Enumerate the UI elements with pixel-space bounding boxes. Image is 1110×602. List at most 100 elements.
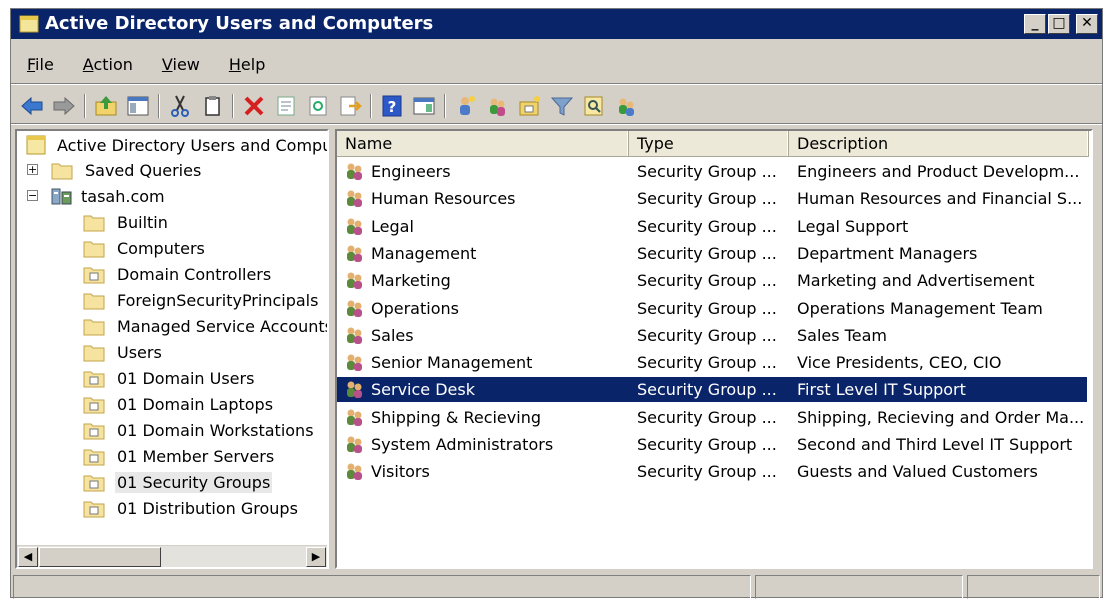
maximize-button[interactable]: □ [1048, 14, 1070, 34]
copy-icon[interactable] [199, 93, 225, 119]
security-group-icon [347, 354, 362, 372]
scroll-left-icon[interactable]: ◀ [18, 547, 38, 567]
delete-icon[interactable] [241, 93, 267, 119]
close-button[interactable]: ✕ [1076, 14, 1098, 34]
security-group-icon [347, 463, 362, 481]
column-header-type[interactable]: Type [629, 131, 789, 157]
properties-icon[interactable] [273, 93, 299, 119]
list-item[interactable]: Engineers Security Group ... Engineers and… [337, 159, 1087, 184]
list-item[interactable]: Senior Management Security Group ... Vice … [337, 350, 1087, 375]
tree-node-managed-service-accounts[interactable]: Managed Service Accounts [83, 314, 327, 338]
menu-view[interactable]: View [146, 53, 213, 79]
list-item[interactable]: Legal Security Group ... Legal Support [337, 214, 1087, 239]
list-header: Name Type Description [337, 131, 1091, 157]
toolbar-separator [370, 94, 372, 118]
tree-node-saved-queries[interactable]: Saved Queries [51, 158, 203, 182]
list-item[interactable]: Service Desk Security Group ... First Leve… [337, 377, 1087, 403]
show-console-tree-icon[interactable] [125, 93, 151, 119]
security-group-icon [347, 190, 362, 208]
tree-node-computers[interactable]: Computers [83, 236, 207, 260]
tree-node-member-servers[interactable]: 01 Member Servers [83, 444, 276, 468]
group-name: Operations [371, 298, 459, 318]
scroll-right-icon[interactable]: ▶ [306, 547, 326, 567]
toolbar-separator [158, 94, 160, 118]
menu-bar: File Action View Help [11, 53, 278, 79]
security-group-icon [347, 381, 362, 399]
folder-icon [83, 345, 105, 362]
toolbar-separator [84, 94, 86, 118]
new-group-icon[interactable] [485, 93, 511, 119]
up-folder-icon[interactable] [93, 93, 119, 119]
folder-icon [51, 163, 73, 180]
list-item[interactable]: System Administrators Security Group ... S… [337, 432, 1087, 457]
tree-node-distribution-groups[interactable]: 01 Distribution Groups [83, 496, 300, 520]
collapse-icon[interactable]: − [27, 190, 38, 201]
list-item[interactable]: Sales Security Group ... Sales Team [337, 323, 1087, 348]
status-pane-main [13, 575, 751, 599]
toolbar-separator [232, 94, 234, 118]
tree-node-users[interactable]: Users [83, 340, 164, 364]
tree-node-domain-laptops[interactable]: 01 Domain Laptops [83, 392, 275, 416]
domain-icon [51, 188, 72, 205]
toolbar-separator-line [11, 123, 1102, 125]
tree-horizontal-scrollbar[interactable]: ◀ ▶ [17, 545, 327, 567]
add-to-group-icon[interactable] [613, 93, 639, 119]
folder-icon [83, 241, 105, 258]
tree-node-builtin[interactable]: Builtin [83, 210, 170, 234]
menu-separator [11, 83, 1102, 85]
refresh-icon[interactable] [305, 93, 331, 119]
group-type: Security Group ... [637, 189, 777, 209]
list-item[interactable]: Operations Security Group ... Operations M… [337, 296, 1087, 321]
minimize-button[interactable]: _ [1024, 14, 1046, 34]
column-header-description[interactable]: Description [789, 131, 1089, 157]
list-item[interactable]: Marketing Security Group ... Marketing and… [337, 268, 1087, 293]
back-icon[interactable] [19, 93, 45, 119]
find-icon[interactable] [581, 93, 607, 119]
group-description: First Level IT Support [797, 380, 966, 400]
tree-node-domain[interactable]: tasah.com [51, 184, 167, 208]
toolbar-separator [444, 94, 446, 118]
cut-icon[interactable] [167, 93, 193, 119]
group-type: Security Group ... [637, 298, 777, 318]
list-item[interactable]: Shipping & Recieving Security Group ... Sh… [337, 405, 1087, 430]
list-item[interactable]: Visitors Security Group ... Guests and Val… [337, 459, 1087, 484]
group-type: Security Group ... [637, 462, 777, 482]
tree-node-foreign-security-principals[interactable]: ForeignSecurityPrincipals [83, 288, 320, 312]
tree-node-domain-users[interactable]: 01 Domain Users [83, 366, 256, 390]
group-description: Engineers and Product Developm... [797, 162, 1080, 181]
security-group-icon [347, 163, 362, 180]
title-bar: Active Directory Users and Computers _ □… [11, 9, 1102, 39]
group-type: Security Group ... [637, 435, 777, 454]
help-icon[interactable]: ? [379, 93, 405, 119]
column-header-name[interactable]: Name [337, 131, 629, 157]
list-item[interactable]: Human Resources Security Group ... Human R… [337, 186, 1087, 211]
tree-node-domain-controllers[interactable]: Domain Controllers [83, 262, 273, 286]
tree-node-security-groups[interactable]: 01 Security Groups [83, 470, 273, 494]
tree-label: 01 Domain Laptops [117, 394, 274, 414]
status-pane-right [967, 575, 1100, 599]
group-type: Security Group ... [637, 271, 777, 291]
expand-icon[interactable]: + [27, 164, 38, 175]
action-pane-icon[interactable] [411, 93, 437, 119]
menu-action[interactable]: Action [67, 53, 146, 79]
group-type: Security Group ... [637, 216, 777, 236]
new-ou-icon[interactable] [517, 93, 543, 119]
scroll-thumb[interactable] [39, 547, 161, 567]
security-group-icon [347, 327, 362, 344]
menu-help[interactable]: Help [213, 53, 278, 79]
group-type: Security Group ... [637, 243, 777, 263]
tree-label: 01 Security Groups [115, 471, 273, 493]
status-bar [11, 575, 1102, 599]
tree-node-root[interactable]: Active Directory Users and Comput [25, 133, 329, 157]
filter-icon[interactable] [549, 93, 575, 119]
tree-label: Active Directory Users and Comput [57, 135, 329, 155]
export-list-icon[interactable] [337, 93, 363, 119]
tree-label: 01 Distribution Groups [117, 498, 298, 518]
tree-node-domain-workstations[interactable]: 01 Domain Workstations [83, 418, 316, 442]
list-item[interactable]: Management Security Group ... Department M… [337, 241, 1087, 266]
group-name: Visitors [371, 462, 430, 482]
forward-icon[interactable] [51, 93, 77, 119]
menu-file[interactable]: File [11, 53, 67, 79]
new-user-icon[interactable] [453, 93, 479, 119]
ou-icon [83, 267, 105, 284]
